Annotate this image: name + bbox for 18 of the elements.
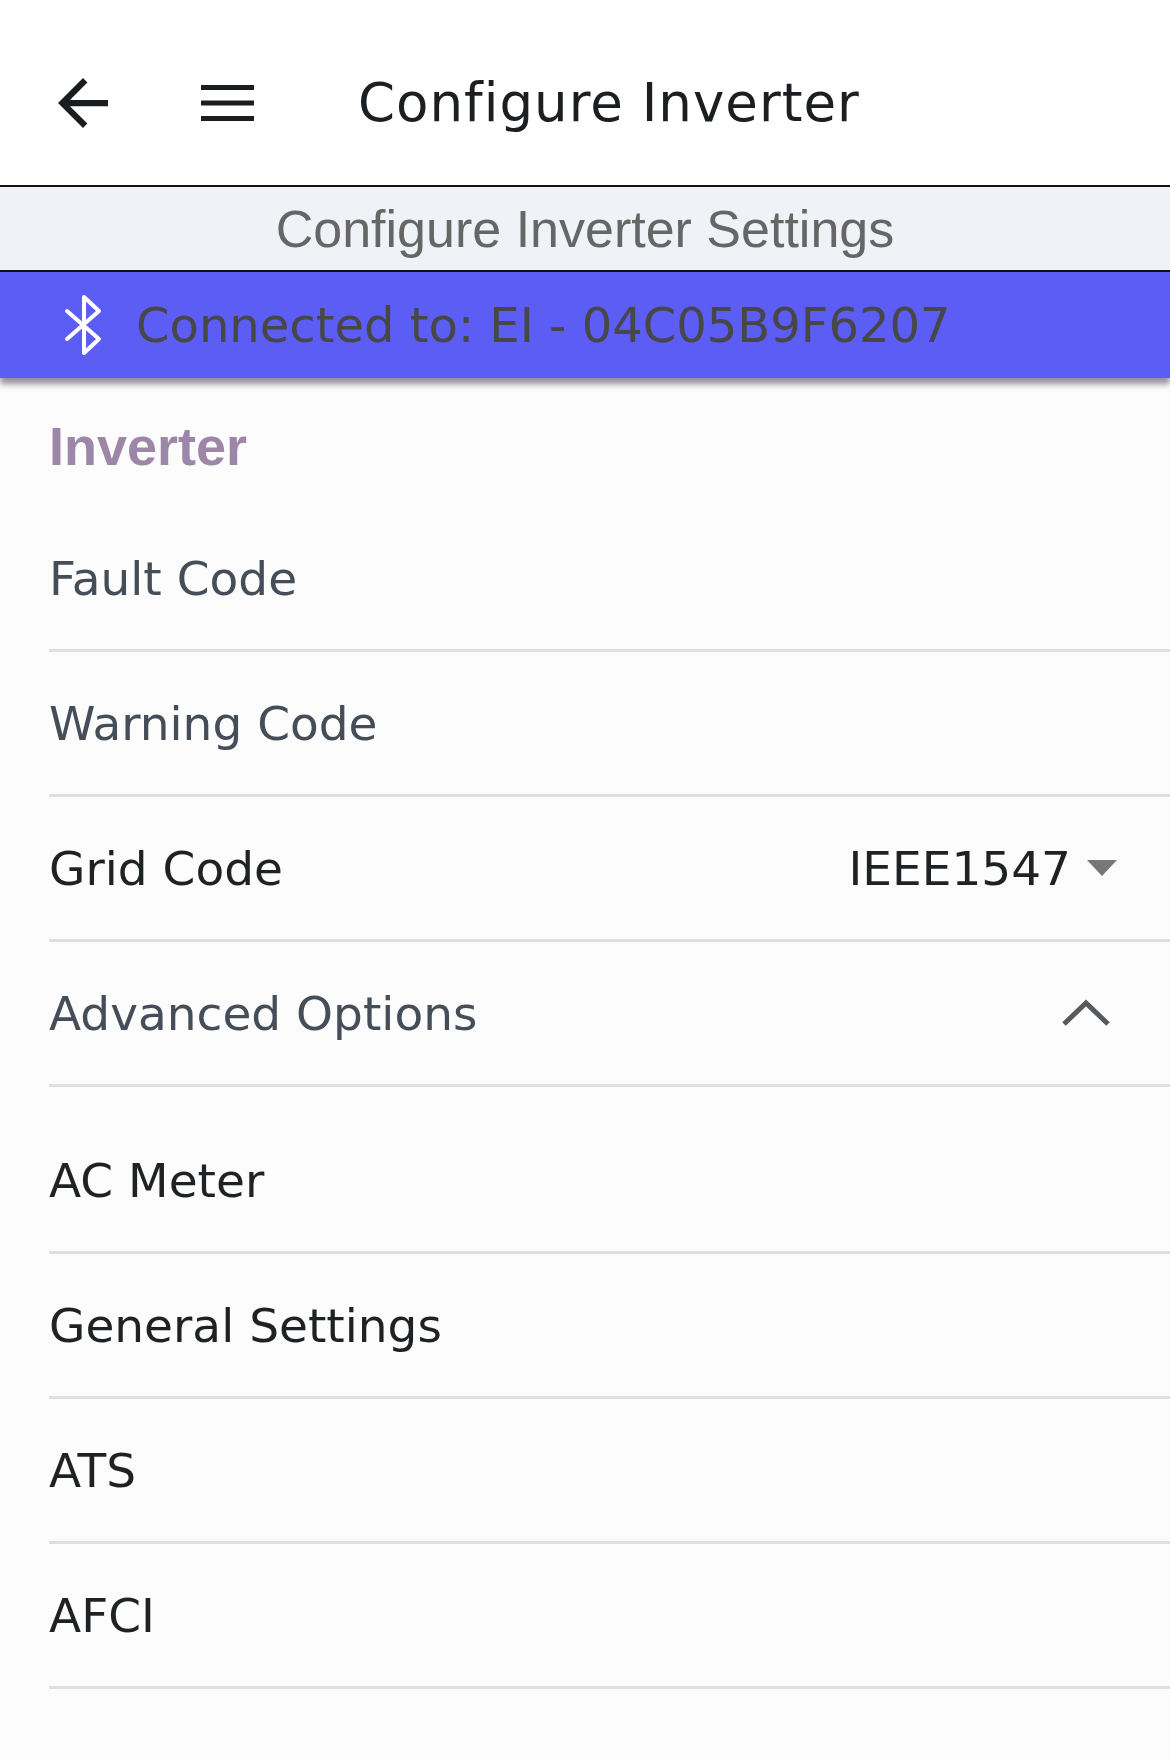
- menu-item[interactable]: General Settings: [49, 1297, 442, 1353]
- section-title: Inverter: [49, 416, 248, 476]
- screen-title: Configure Inverter: [358, 72, 860, 133]
- bluetooth-icon: [64, 294, 104, 356]
- menu-item[interactable]: ATS: [49, 1442, 137, 1498]
- menu-item[interactable]: AFCI: [49, 1587, 155, 1643]
- caret-down-icon: [1087, 860, 1117, 876]
- row-label: Warning Code: [49, 695, 378, 751]
- menu-item[interactable]: AC Meter: [49, 1152, 265, 1208]
- chevron-up-icon[interactable]: [1061, 999, 1111, 1027]
- subheader-title: Configure Inverter Settings: [275, 198, 895, 259]
- row-label: Fault Code: [49, 550, 298, 606]
- expander-label[interactable]: Advanced Options: [49, 985, 478, 1041]
- row-label: Grid Code: [49, 840, 283, 896]
- grid-code-select[interactable]: IEEE1547: [848, 840, 1117, 896]
- menu-icon[interactable]: [201, 84, 254, 121]
- back-arrow-icon[interactable]: [58, 77, 108, 128]
- connection-status: Connected to: EI - 04C05B9F6207: [136, 297, 951, 353]
